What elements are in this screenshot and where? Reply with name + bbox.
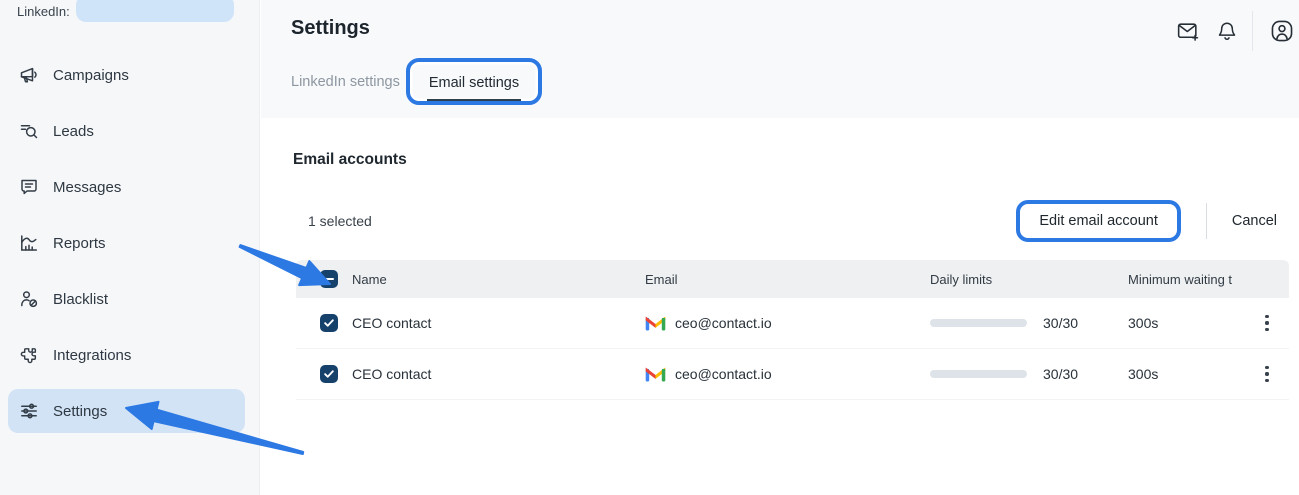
select-all-checkbox[interactable] xyxy=(320,270,338,288)
puzzle-icon xyxy=(18,344,40,366)
annotation-highlight-email-settings: Email settings xyxy=(406,58,542,105)
blocked-user-icon xyxy=(18,288,40,310)
sidebar-item-integrations[interactable]: Integrations xyxy=(8,333,245,377)
table-row: CEO contact ceo@contact.io 30/30 300s xyxy=(296,349,1289,400)
account-email: ceo@contact.io xyxy=(675,366,772,382)
megaphone-icon xyxy=(18,64,40,86)
row-checkbox[interactable] xyxy=(320,365,338,383)
min-waiting-value: 300s xyxy=(1128,366,1245,382)
daily-limit-progressbar xyxy=(930,370,1027,378)
settings-tabs: LinkedIn settings Email settings xyxy=(291,58,542,105)
column-header-email: Email xyxy=(645,272,930,287)
email-accounts-table: Name Email Daily limits Minimum waiting … xyxy=(296,260,1289,400)
sidebar-item-label: Integrations xyxy=(53,347,131,364)
sidebar-item-leads[interactable]: Leads xyxy=(8,109,245,153)
page-title: Settings xyxy=(291,17,370,40)
account-name: CEO contact xyxy=(352,315,645,331)
topbar-divider xyxy=(1252,11,1253,51)
chart-icon xyxy=(18,232,40,254)
sidebar-item-label: Campaigns xyxy=(53,67,129,84)
sidebar-item-label: Reports xyxy=(53,235,106,252)
action-buttons: Edit email account Cancel xyxy=(1016,200,1289,242)
main-area: Settings LinkedIn settings Email setting… xyxy=(261,0,1299,495)
sidebar-item-campaigns[interactable]: Campaigns xyxy=(8,53,245,97)
table-row: CEO contact ceo@contact.io 30/30 300s xyxy=(296,298,1289,349)
row-checkbox[interactable] xyxy=(320,314,338,332)
account-email: ceo@contact.io xyxy=(675,315,772,331)
section-title: Email accounts xyxy=(293,151,1289,169)
selected-count: 1 selected xyxy=(308,213,372,229)
tab-linkedin-settings[interactable]: LinkedIn settings xyxy=(291,60,400,104)
sidebar-item-label: Settings xyxy=(53,403,107,420)
gmail-icon xyxy=(645,366,666,382)
table-header-row: Name Email Daily limits Minimum waiting … xyxy=(296,260,1289,298)
daily-limit-progressbar xyxy=(930,319,1027,327)
sidebar-item-settings[interactable]: Settings xyxy=(8,389,245,433)
button-divider xyxy=(1206,203,1207,239)
account-email-cell: ceo@contact.io xyxy=(645,315,930,331)
profile-icon[interactable] xyxy=(1267,16,1297,46)
sidebar-nav: Campaigns Leads Messages Reports Blackli… xyxy=(0,53,259,433)
sliders-icon xyxy=(18,400,40,422)
topbar: Settings LinkedIn settings Email setting… xyxy=(261,0,1299,118)
gmail-icon xyxy=(645,315,666,331)
linkedin-account-pill[interactable] xyxy=(76,0,234,22)
tab-email-settings[interactable]: Email settings xyxy=(427,67,521,101)
edit-email-account-button[interactable]: Edit email account xyxy=(1020,204,1176,238)
linkedin-account-row: LinkedIn: xyxy=(0,0,259,30)
cancel-button[interactable]: Cancel xyxy=(1232,213,1277,229)
chat-bubble-icon xyxy=(18,176,40,198)
sidebar: LinkedIn: Campaigns Leads Messages Rep xyxy=(0,0,260,495)
annotation-highlight-edit-button: Edit email account xyxy=(1016,200,1180,242)
column-header-name: Name xyxy=(352,272,645,287)
topbar-icons xyxy=(1172,15,1297,47)
mail-plus-icon[interactable] xyxy=(1172,16,1202,46)
sidebar-item-messages[interactable]: Messages xyxy=(8,165,245,209)
sidebar-item-blacklist[interactable]: Blacklist xyxy=(8,277,245,321)
search-list-icon xyxy=(18,120,40,142)
bell-icon[interactable] xyxy=(1212,16,1242,46)
sidebar-item-label: Blacklist xyxy=(53,291,108,308)
selection-actions-row: 1 selected Edit email account Cancel xyxy=(291,198,1289,244)
row-menu-kebab-icon[interactable] xyxy=(1259,360,1274,388)
sidebar-item-reports[interactable]: Reports xyxy=(8,221,245,265)
account-email-cell: ceo@contact.io xyxy=(645,366,930,382)
sidebar-item-label: Leads xyxy=(53,123,94,140)
min-waiting-value: 300s xyxy=(1128,315,1245,331)
linkedin-label: LinkedIn: xyxy=(17,3,70,19)
daily-limit-cell: 30/30 xyxy=(930,315,1128,331)
account-name: CEO contact xyxy=(352,366,645,382)
sidebar-item-label: Messages xyxy=(53,179,121,196)
row-menu-kebab-icon[interactable] xyxy=(1259,309,1274,337)
daily-limit-value: 30/30 xyxy=(1043,315,1078,331)
daily-limit-cell: 30/30 xyxy=(930,366,1128,382)
column-header-daily-limits: Daily limits xyxy=(930,272,1128,287)
column-header-min-waiting: Minimum waiting t xyxy=(1128,272,1245,287)
email-settings-panel: Email accounts 1 selected Edit email acc… xyxy=(261,151,1299,400)
daily-limit-value: 30/30 xyxy=(1043,366,1078,382)
